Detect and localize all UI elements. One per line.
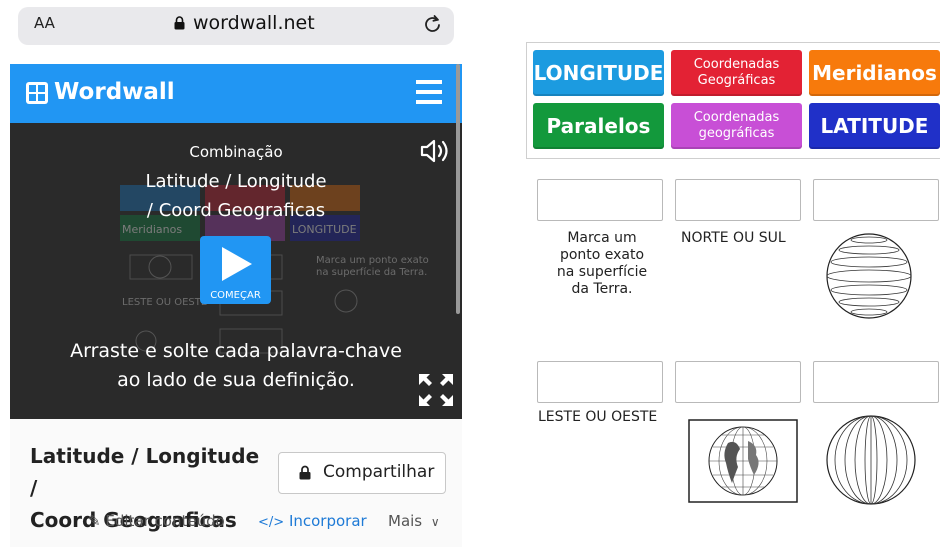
player-title: Latitude / Longitude / Coord Geograficas (10, 167, 462, 225)
reload-icon[interactable] (422, 13, 444, 35)
activity-type-label: Combinação (189, 143, 283, 161)
scrollbar[interactable] (456, 64, 460, 314)
text-size-button[interactable]: AA (34, 14, 55, 32)
drop-slot-2[interactable] (675, 179, 801, 221)
preview-text-definition: Marca um ponto exato (316, 255, 429, 266)
player-title-line2: / Coord Geograficas (146, 200, 326, 221)
share-button-label: Compartilhar (323, 462, 435, 482)
tile-label: Coordenadas Geográficas (693, 57, 780, 88)
preview-text-leste: LESTE OU OESTE (122, 297, 207, 308)
start-button-label: COMEÇAR (210, 290, 261, 301)
activity-title-line1: Latitude / Longitude / (30, 444, 260, 500)
tile-label: Paralelos (546, 114, 651, 138)
embed-link[interactable]: </> Incorporar (258, 512, 367, 530)
definition-leste-ou-oeste: LESTE OU OESTE (538, 409, 658, 425)
edit-content-link[interactable]: ✎ Editar conteúdo (88, 512, 225, 530)
fullscreen-icon[interactable] (418, 373, 454, 407)
definition-ponto-exato: Marca um ponto exato na superfície da Te… (556, 230, 648, 297)
share-button[interactable]: Compartilhar (278, 452, 446, 494)
drop-slot-3[interactable] (813, 179, 939, 221)
drop-slot-5[interactable] (675, 361, 801, 403)
drop-slot-6[interactable] (813, 361, 939, 403)
instructions-line1: Arraste e solte cada palavra-chave (70, 340, 402, 362)
preview-text-definition-2: na superfície da Terra. (316, 266, 427, 278)
tile-paralelos[interactable]: Paralelos (533, 103, 664, 149)
wordwall-logo-icon (26, 82, 48, 104)
world-grid-map-image (688, 419, 798, 503)
more-menu[interactable]: Mais ∨ (388, 512, 440, 530)
tile-longitude[interactable]: LONGITUDE (533, 50, 664, 96)
tile-label: Coordenadas geográficas (693, 110, 780, 141)
code-icon: </> (258, 515, 285, 530)
player-title-line1: Latitude / Longitude (145, 171, 327, 192)
tile-label: LATITUDE (820, 114, 929, 138)
instructions: Arraste e solte cada palavra-chave ao la… (10, 337, 462, 395)
menu-icon[interactable] (414, 79, 444, 105)
chevron-down-icon: ∨ (430, 515, 440, 529)
tile-label: LONGITUDE (533, 61, 664, 85)
tile-label: Meridianos (812, 61, 937, 85)
sound-icon[interactable] (420, 139, 452, 163)
instructions-line2: ao lado de sua definição. (117, 369, 355, 391)
edit-content-label: Editar conteúdo (105, 512, 225, 530)
brand-name: Wordwall (54, 79, 175, 105)
tile-meridianos[interactable]: Meridianos (809, 50, 940, 96)
wordwall-logo[interactable]: Wordwall (26, 79, 178, 107)
more-label: Mais (388, 512, 423, 530)
lock-icon (299, 465, 311, 480)
drop-slot-4[interactable] (537, 361, 663, 403)
tile-latitude[interactable]: LATITUDE (809, 103, 940, 149)
definition-norte-ou-sul: NORTE OU SUL (681, 230, 786, 246)
url-text[interactable]: wordwall.net (193, 12, 315, 34)
pencil-icon: ✎ (88, 512, 101, 530)
embed-label: Incorporar (288, 512, 367, 530)
globe-meridians-image (826, 415, 916, 505)
start-button[interactable]: COMEÇAR (200, 236, 271, 304)
tile-coordenadas-geograficas-2[interactable]: Coordenadas geográficas (671, 103, 802, 149)
drop-slot-1[interactable] (537, 179, 663, 221)
tile-coordenadas-geograficas-1[interactable]: Coordenadas Geográficas (671, 50, 802, 96)
globe-parallels-image (826, 233, 912, 319)
lock-icon (174, 16, 185, 30)
play-icon (222, 247, 252, 281)
